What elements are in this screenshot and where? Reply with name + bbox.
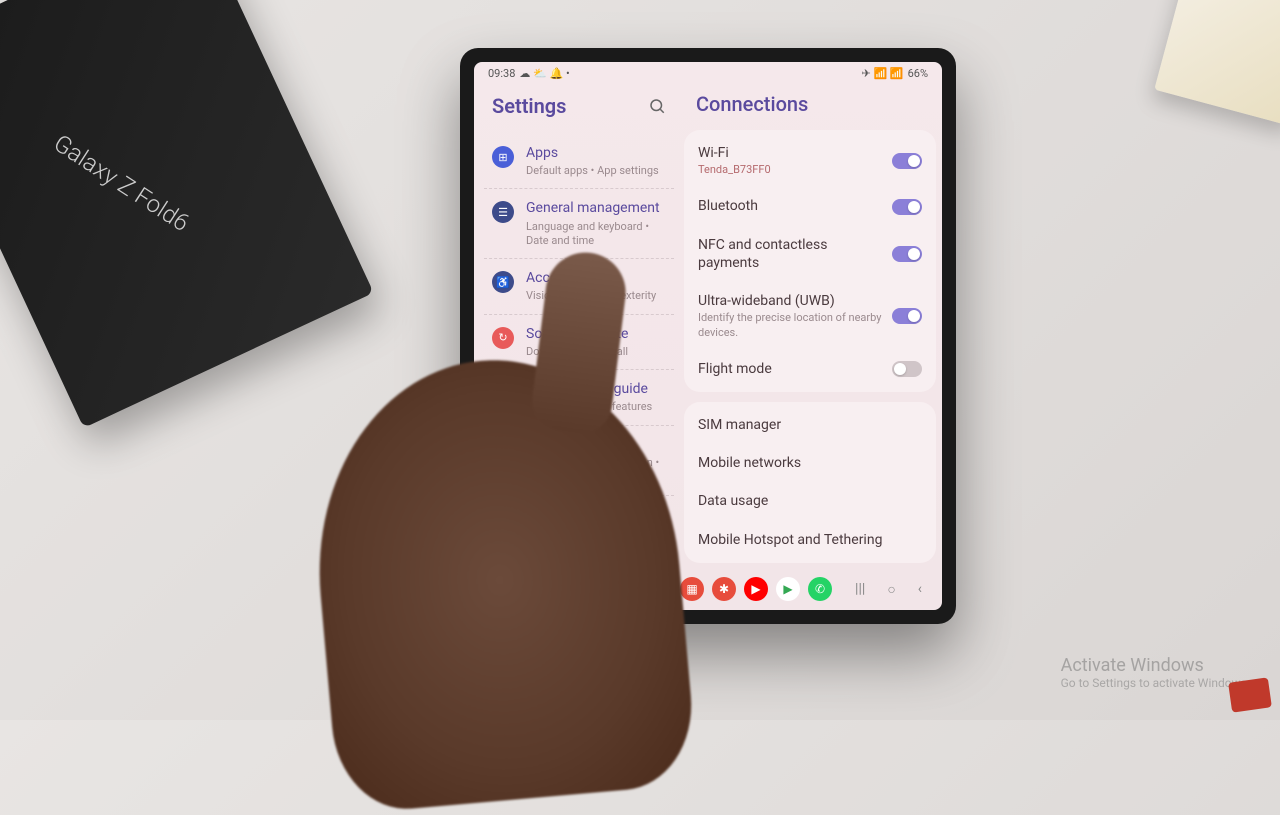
connections-card-2: SIM manager Mobile networks Data usage M… bbox=[684, 402, 936, 563]
box-label: Galaxy Z Fold6 bbox=[49, 129, 195, 237]
apps-icon: ⊞ bbox=[492, 146, 514, 168]
desk-object bbox=[1154, 0, 1280, 126]
recents-button[interactable]: ||| bbox=[855, 581, 865, 598]
nav-buttons: ||| ○ ‹ bbox=[855, 581, 922, 598]
settings-title: Settings bbox=[492, 94, 566, 118]
app-red-icon[interactable]: ▦ bbox=[680, 577, 704, 601]
search-icon[interactable] bbox=[648, 97, 666, 115]
status-bar: 09:38 ☁ ⛅ 🔔 • ✈ 📶 📶 66% bbox=[474, 62, 942, 84]
connections-title: Connections bbox=[696, 92, 924, 116]
status-left: 09:38 ☁ ⛅ 🔔 • bbox=[488, 67, 570, 80]
wifi-toggle[interactable] bbox=[892, 153, 922, 169]
connections-panel: Connections Wi-Fi Tenda_B73FF0 Bluetooth bbox=[684, 84, 936, 568]
settings-header: Settings bbox=[480, 84, 678, 134]
conn-sub: Tenda_B73FF0 bbox=[698, 163, 882, 177]
corner-badge-icon bbox=[1228, 677, 1272, 712]
playstore-icon[interactable]: ▶ bbox=[776, 577, 800, 601]
desk-product-box: Galaxy Z Fold6 bbox=[0, 0, 374, 428]
back-button[interactable]: ‹ bbox=[918, 581, 922, 598]
youtube-icon[interactable]: ▶ bbox=[744, 577, 768, 601]
general-icon: ☰ bbox=[492, 201, 514, 223]
home-button[interactable]: ○ bbox=[887, 581, 895, 598]
status-right: ✈ 📶 📶 66% bbox=[862, 67, 929, 80]
conn-item-flight[interactable]: Flight mode bbox=[684, 350, 936, 388]
conn-item-mobile-networks[interactable]: Mobile networks bbox=[684, 444, 936, 482]
status-icons-left: ☁ ⛅ 🔔 • bbox=[519, 67, 569, 80]
conn-label: Data usage bbox=[698, 492, 768, 510]
whatsapp-icon[interactable]: ✆ bbox=[808, 577, 832, 601]
settings-sub: Default apps • App settings bbox=[526, 164, 666, 178]
conn-label: Ultra-wideband (UWB) bbox=[698, 292, 882, 310]
settings-label: Apps bbox=[526, 144, 666, 162]
conn-label: SIM manager bbox=[698, 416, 781, 434]
settings-label: General management bbox=[526, 199, 666, 217]
windows-watermark: Activate Windows Go to Settings to activ… bbox=[1061, 655, 1250, 690]
flight-mode-toggle[interactable] bbox=[892, 361, 922, 377]
conn-label: Bluetooth bbox=[698, 197, 882, 215]
conn-item-uwb[interactable]: Ultra-wideband (UWB) Identify the precis… bbox=[684, 282, 936, 350]
conn-label: Mobile Hotspot and Tethering bbox=[698, 531, 882, 549]
connections-header: Connections bbox=[684, 84, 936, 130]
conn-label: Wi-Fi bbox=[698, 144, 882, 162]
connections-card-1: Wi-Fi Tenda_B73FF0 Bluetooth NFC a bbox=[684, 130, 936, 392]
conn-item-wifi[interactable]: Wi-Fi Tenda_B73FF0 bbox=[684, 134, 936, 187]
conn-label: Mobile networks bbox=[698, 454, 801, 472]
conn-label: NFC and contactless payments bbox=[698, 236, 882, 272]
watermark-title: Activate Windows bbox=[1061, 655, 1250, 676]
conn-item-sim[interactable]: SIM manager bbox=[684, 406, 936, 444]
conn-desc: Identify the precise location of nearby … bbox=[698, 311, 882, 340]
status-battery: 66% bbox=[908, 67, 928, 80]
conn-item-hotspot[interactable]: Mobile Hotspot and Tethering bbox=[684, 521, 936, 559]
conn-label: Flight mode bbox=[698, 360, 882, 378]
conn-item-bluetooth[interactable]: Bluetooth bbox=[684, 187, 936, 225]
app-star-icon[interactable]: ✱ bbox=[712, 577, 736, 601]
conn-item-nfc[interactable]: NFC and contactless payments bbox=[684, 226, 936, 282]
nfc-toggle[interactable] bbox=[892, 246, 922, 262]
conn-item-data-usage[interactable]: Data usage bbox=[684, 482, 936, 520]
status-time: 09:38 bbox=[488, 67, 515, 80]
watermark-sub: Go to Settings to activate Windows. bbox=[1061, 676, 1250, 690]
settings-item-apps[interactable]: ⊞ Apps Default apps • App settings bbox=[484, 134, 674, 189]
settings-item-general[interactable]: ☰ General management Language and keyboa… bbox=[484, 189, 674, 259]
settings-sub: Language and keyboard • Date and time bbox=[526, 220, 666, 249]
accessibility-icon: ♿ bbox=[492, 271, 514, 293]
update-icon: ↻ bbox=[492, 327, 514, 349]
bluetooth-toggle[interactable] bbox=[892, 199, 922, 215]
uwb-toggle[interactable] bbox=[892, 308, 922, 324]
status-icons-right: ✈ 📶 📶 bbox=[862, 67, 904, 80]
